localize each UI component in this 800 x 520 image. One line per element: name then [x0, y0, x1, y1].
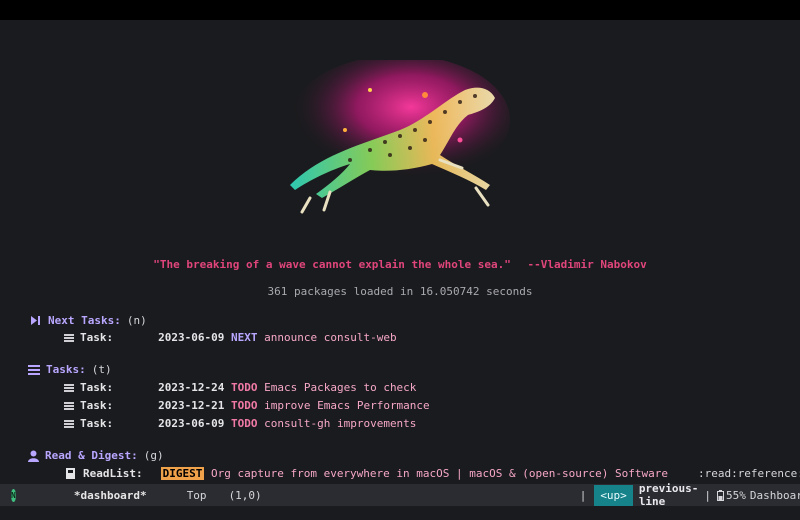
tasks-title: Tasks:	[46, 363, 86, 376]
mode-line-separator: |	[704, 488, 712, 502]
normal-state-badge: N	[11, 488, 16, 502]
battery-status: 55%	[717, 489, 746, 502]
task-title: Emacs Packages to check	[264, 381, 417, 394]
quote-text: "The breaking of a wave cannot explain t…	[153, 258, 511, 271]
user-icon	[28, 450, 39, 462]
read-digest-key: (g)	[143, 449, 164, 462]
list-item[interactable]: Task: 2023-06-09 NEXT announce consult-w…	[64, 331, 397, 344]
last-command: previous-line	[638, 482, 699, 508]
task-state: TODO	[230, 399, 258, 412]
task-label: Task:	[80, 381, 114, 394]
list-bullet-icon	[64, 401, 74, 410]
list-icon	[28, 365, 40, 375]
last-key-indicator: <up>	[594, 484, 633, 506]
list-item[interactable]: Task: 2023-12-21 TODO improve Emacs Perf…	[64, 399, 430, 412]
echo-area	[0, 506, 800, 520]
list-item[interactable]: Task: 2023-06-09 TODO consult-gh improve…	[64, 417, 416, 430]
cursor-coords: (1,0)	[228, 488, 262, 502]
dashboard-quote: "The breaking of a wave cannot explain t…	[0, 258, 800, 271]
battery-icon	[717, 489, 725, 501]
read-digest-title: Read & Digest:	[45, 449, 138, 462]
quote-author: --Vladimir Nabokov	[527, 258, 647, 271]
skip-forward-icon	[31, 316, 40, 325]
readlist-title: Org capture from everywhere in macOS | m…	[210, 467, 668, 480]
task-date: 2023-12-24	[158, 381, 225, 394]
task-date: 2023-06-09	[158, 417, 225, 430]
task-label: Task:	[80, 331, 114, 344]
bookmark-icon	[66, 468, 75, 479]
buffer-position: Top	[186, 488, 207, 502]
task-title: announce consult-web	[264, 331, 397, 344]
buffer-name[interactable]: *dashboard*	[74, 489, 147, 502]
next-tasks-title: Next Tasks:	[48, 314, 121, 327]
task-date: 2023-06-09	[158, 331, 225, 344]
readlist-label: ReadList:	[83, 467, 143, 480]
list-item[interactable]: ReadList: DIGEST Org capture from everyw…	[66, 467, 800, 480]
cheetah-artwork	[290, 60, 510, 214]
mode-line: N *dashboard* Top (1,0) | <up> previous-…	[0, 482, 800, 508]
packages-loaded-text: 361 packages loaded in 16.050742 seconds	[267, 285, 533, 298]
task-title: consult-gh improvements	[264, 417, 417, 430]
battery-percent: 55%	[726, 488, 746, 502]
tasks-key: (t)	[91, 363, 112, 376]
read-digest-header[interactable]: Read & Digest: (g)	[28, 449, 164, 462]
major-mode[interactable]: Dashboard	[750, 489, 800, 502]
list-bullet-icon	[64, 419, 74, 428]
task-state: NEXT	[230, 331, 258, 344]
task-label: Task:	[80, 417, 114, 430]
task-state: TODO	[230, 381, 258, 394]
list-bullet-icon	[64, 383, 74, 392]
tasks-header[interactable]: Tasks: (t)	[28, 363, 112, 376]
next-tasks-header[interactable]: Next Tasks: (n)	[30, 314, 147, 327]
window-title-bar	[0, 0, 800, 20]
task-state: TODO	[230, 417, 258, 430]
mode-line-separator: |	[579, 488, 587, 502]
next-tasks-key: (n)	[126, 314, 147, 327]
task-title: improve Emacs Performance	[264, 399, 430, 412]
task-label: Task:	[80, 399, 114, 412]
list-item[interactable]: Task: 2023-12-24 TODO Emacs Packages to …	[64, 381, 416, 394]
readlist-tags: :read:reference:web	[697, 467, 800, 480]
readlist-state: DIGEST	[160, 467, 205, 480]
task-date: 2023-12-21	[158, 399, 225, 412]
list-bullet-icon	[64, 333, 74, 342]
